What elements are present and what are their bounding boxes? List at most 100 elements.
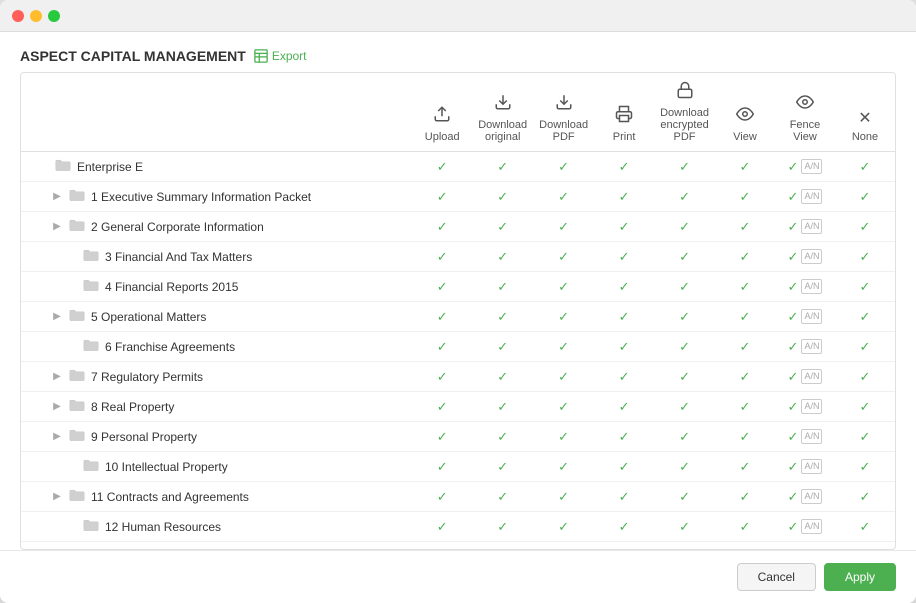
permission-cell-view[interactable] bbox=[715, 152, 775, 182]
permission-cell-download_pdf[interactable] bbox=[533, 392, 594, 422]
permission-cell-fence_view[interactable]: A/N bbox=[775, 422, 835, 452]
permission-cell-download_encrypted[interactable] bbox=[654, 422, 715, 452]
permission-cell-view[interactable] bbox=[715, 512, 775, 542]
permission-cell-upload[interactable] bbox=[412, 512, 472, 542]
permission-cell-none[interactable] bbox=[835, 152, 895, 182]
permission-cell-none[interactable] bbox=[835, 212, 895, 242]
permissions-table-wrapper[interactable]: Upload Downloadoriginal bbox=[20, 72, 896, 550]
permission-cell-none[interactable] bbox=[835, 452, 895, 482]
permission-cell-fence_view[interactable]: A/N bbox=[775, 482, 835, 512]
permission-cell-download_encrypted[interactable] bbox=[654, 242, 715, 272]
permission-cell-download_original[interactable] bbox=[472, 212, 533, 242]
permission-cell-print[interactable] bbox=[594, 272, 654, 302]
permission-cell-download_encrypted[interactable] bbox=[654, 452, 715, 482]
permission-cell-view[interactable] bbox=[715, 302, 775, 332]
permission-cell-print[interactable] bbox=[594, 392, 654, 422]
permission-cell-print[interactable] bbox=[594, 452, 654, 482]
permission-cell-print[interactable] bbox=[594, 182, 654, 212]
permission-cell-fence_view[interactable]: A/N bbox=[775, 452, 835, 482]
permission-cell-download_original[interactable] bbox=[472, 152, 533, 182]
cancel-button[interactable]: Cancel bbox=[737, 563, 816, 591]
permission-cell-download_encrypted[interactable] bbox=[654, 152, 715, 182]
permission-cell-download_encrypted[interactable] bbox=[654, 302, 715, 332]
permission-cell-download_pdf[interactable] bbox=[533, 362, 594, 392]
permission-cell-print[interactable] bbox=[594, 302, 654, 332]
permission-cell-view[interactable] bbox=[715, 392, 775, 422]
export-button[interactable]: Export bbox=[254, 49, 307, 63]
permission-cell-view[interactable] bbox=[715, 482, 775, 512]
permission-cell-print[interactable] bbox=[594, 362, 654, 392]
permission-cell-download_encrypted[interactable] bbox=[654, 362, 715, 392]
expand-button[interactable]: ▶ bbox=[51, 401, 63, 412]
permission-cell-download_encrypted[interactable] bbox=[654, 212, 715, 242]
permission-cell-download_original[interactable] bbox=[472, 422, 533, 452]
expand-button[interactable]: ▶ bbox=[51, 191, 63, 202]
permission-cell-upload[interactable] bbox=[412, 152, 472, 182]
permission-cell-view[interactable] bbox=[715, 272, 775, 302]
permission-cell-upload[interactable] bbox=[412, 332, 472, 362]
permission-cell-download_pdf[interactable] bbox=[533, 272, 594, 302]
permission-cell-none[interactable] bbox=[835, 482, 895, 512]
permission-cell-fence_view[interactable]: A/N bbox=[775, 362, 835, 392]
permission-cell-download_original[interactable] bbox=[472, 512, 533, 542]
permission-cell-print[interactable] bbox=[594, 212, 654, 242]
permission-cell-view[interactable] bbox=[715, 452, 775, 482]
permission-cell-download_original[interactable] bbox=[472, 272, 533, 302]
permission-cell-upload[interactable] bbox=[412, 482, 472, 512]
expand-button[interactable]: ▶ bbox=[51, 491, 63, 502]
permission-cell-view[interactable] bbox=[715, 422, 775, 452]
permission-cell-none[interactable] bbox=[835, 422, 895, 452]
permission-cell-fence_view[interactable]: A/N bbox=[775, 182, 835, 212]
permission-cell-download_pdf[interactable] bbox=[533, 242, 594, 272]
permission-cell-none[interactable] bbox=[835, 272, 895, 302]
permission-cell-download_original[interactable] bbox=[472, 482, 533, 512]
expand-button[interactable]: ▶ bbox=[51, 221, 63, 232]
permission-cell-download_pdf[interactable] bbox=[533, 512, 594, 542]
permission-cell-download_encrypted[interactable] bbox=[654, 512, 715, 542]
permission-cell-upload[interactable] bbox=[412, 392, 472, 422]
permission-cell-download_encrypted[interactable] bbox=[654, 392, 715, 422]
permission-cell-print[interactable] bbox=[594, 332, 654, 362]
permission-cell-download_original[interactable] bbox=[472, 302, 533, 332]
permission-cell-upload[interactable] bbox=[412, 452, 472, 482]
permission-cell-fence_view[interactable]: A/N bbox=[775, 242, 835, 272]
permission-cell-download_encrypted[interactable] bbox=[654, 482, 715, 512]
permission-cell-fence_view[interactable]: A/N bbox=[775, 332, 835, 362]
permission-cell-none[interactable] bbox=[835, 392, 895, 422]
permission-cell-upload[interactable] bbox=[412, 302, 472, 332]
permission-cell-print[interactable] bbox=[594, 512, 654, 542]
expand-button[interactable]: ▶ bbox=[51, 431, 63, 442]
minimize-dot[interactable] bbox=[30, 10, 42, 22]
permission-cell-download_original[interactable] bbox=[472, 392, 533, 422]
permission-cell-download_encrypted[interactable] bbox=[654, 332, 715, 362]
permission-cell-download_original[interactable] bbox=[472, 242, 533, 272]
permission-cell-none[interactable] bbox=[835, 182, 895, 212]
permission-cell-download_original[interactable] bbox=[472, 452, 533, 482]
permission-cell-download_pdf[interactable] bbox=[533, 152, 594, 182]
permission-cell-download_pdf[interactable] bbox=[533, 422, 594, 452]
maximize-dot[interactable] bbox=[48, 10, 60, 22]
permission-cell-view[interactable] bbox=[715, 332, 775, 362]
permission-cell-download_original[interactable] bbox=[472, 332, 533, 362]
permission-cell-upload[interactable] bbox=[412, 212, 472, 242]
permission-cell-fence_view[interactable]: A/N bbox=[775, 152, 835, 182]
permission-cell-download_pdf[interactable] bbox=[533, 452, 594, 482]
permission-cell-view[interactable] bbox=[715, 182, 775, 212]
permission-cell-view[interactable] bbox=[715, 212, 775, 242]
permission-cell-print[interactable] bbox=[594, 422, 654, 452]
permission-cell-upload[interactable] bbox=[412, 182, 472, 212]
permission-cell-view[interactable] bbox=[715, 242, 775, 272]
expand-button[interactable]: ▶ bbox=[51, 371, 63, 382]
permission-cell-upload[interactable] bbox=[412, 362, 472, 392]
permission-cell-fence_view[interactable]: A/N bbox=[775, 212, 835, 242]
permission-cell-view[interactable] bbox=[715, 362, 775, 392]
permission-cell-download_pdf[interactable] bbox=[533, 482, 594, 512]
permission-cell-upload[interactable] bbox=[412, 242, 472, 272]
permission-cell-none[interactable] bbox=[835, 242, 895, 272]
permission-cell-upload[interactable] bbox=[412, 422, 472, 452]
permission-cell-download_pdf[interactable] bbox=[533, 212, 594, 242]
permission-cell-fence_view[interactable]: A/N bbox=[775, 272, 835, 302]
permission-cell-print[interactable] bbox=[594, 482, 654, 512]
permission-cell-download_encrypted[interactable] bbox=[654, 272, 715, 302]
permission-cell-print[interactable] bbox=[594, 242, 654, 272]
